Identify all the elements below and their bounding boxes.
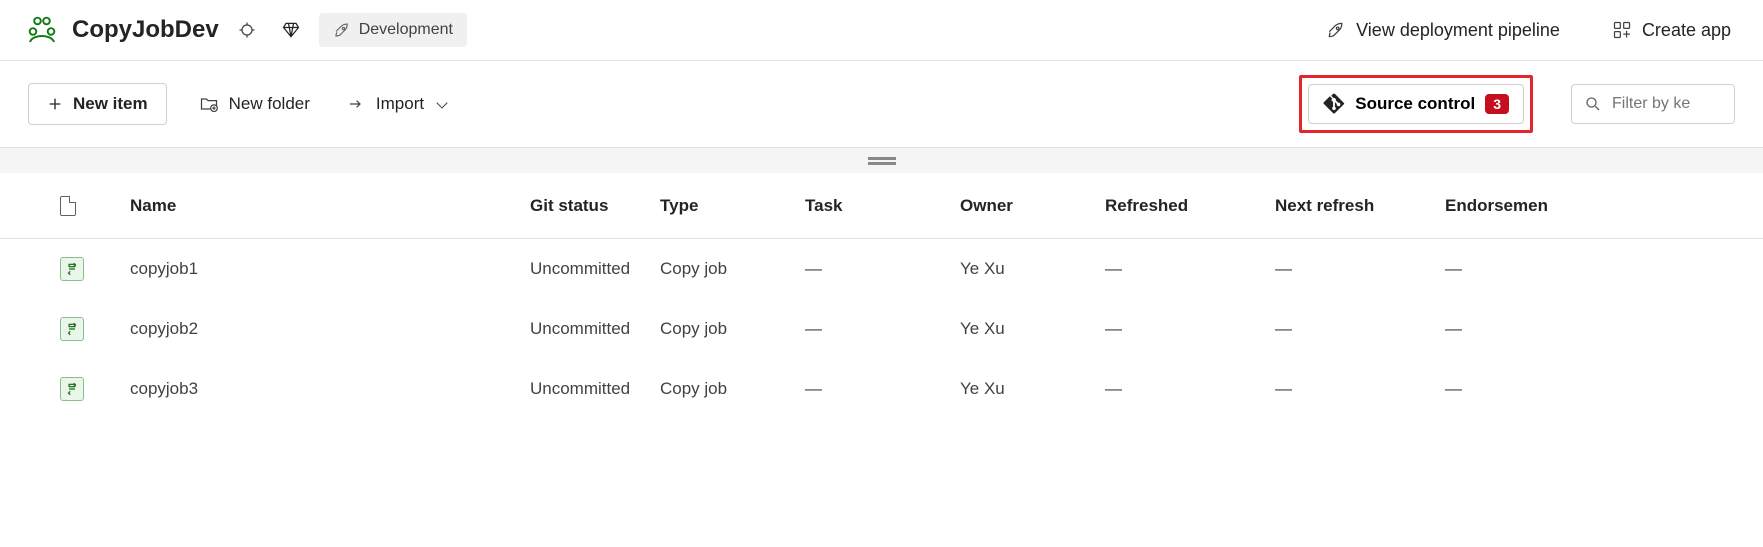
create-app-label: Create app xyxy=(1642,20,1731,41)
column-name[interactable]: Name xyxy=(130,196,530,216)
row-task: — xyxy=(805,259,960,279)
row-endorsement: — xyxy=(1445,379,1575,399)
items-table: Name Git status Type Task Owner Refreshe… xyxy=(0,173,1763,419)
view-pipeline-label: View deployment pipeline xyxy=(1356,20,1560,41)
resize-handle-bar[interactable] xyxy=(0,147,1763,173)
row-endorsement: — xyxy=(1445,319,1575,339)
row-icon-cell xyxy=(60,377,130,401)
row-git-status: Uncommitted xyxy=(530,379,660,399)
copyjob-icon xyxy=(60,377,84,401)
stage-label: Development xyxy=(359,21,453,39)
stage-pill[interactable]: Development xyxy=(319,13,467,47)
workspace-title: CopyJobDev xyxy=(72,16,219,44)
filter-input-wrap[interactable] xyxy=(1571,84,1735,124)
copilot-icon[interactable] xyxy=(231,14,263,46)
row-name[interactable]: copyjob2 xyxy=(130,319,530,339)
search-icon xyxy=(1584,95,1602,113)
column-git-status[interactable]: Git status xyxy=(530,196,660,216)
row-next-refresh: — xyxy=(1275,319,1445,339)
column-task[interactable]: Task xyxy=(805,196,960,216)
row-owner: Ye Xu xyxy=(960,259,1105,279)
toolbar: New item New folder Import Source contro… xyxy=(0,61,1763,147)
diamond-icon[interactable] xyxy=(275,14,307,46)
column-owner[interactable]: Owner xyxy=(960,196,1105,216)
document-icon xyxy=(60,196,76,216)
plus-icon xyxy=(47,96,63,112)
row-git-status: Uncommitted xyxy=(530,319,660,339)
create-app-button[interactable]: Create app xyxy=(1604,14,1739,47)
drag-handle-icon xyxy=(868,157,896,160)
row-type: Copy job xyxy=(660,379,805,399)
row-owner: Ye Xu xyxy=(960,319,1105,339)
new-folder-button[interactable]: New folder xyxy=(195,88,314,120)
rocket-icon xyxy=(333,21,351,39)
column-icon xyxy=(60,196,130,216)
row-endorsement: — xyxy=(1445,259,1575,279)
table-row[interactable]: copyjob1 Uncommitted Copy job — Ye Xu — … xyxy=(0,239,1763,299)
new-folder-label: New folder xyxy=(229,94,310,114)
row-type: Copy job xyxy=(660,319,805,339)
column-refreshed[interactable]: Refreshed xyxy=(1105,196,1275,216)
row-git-status: Uncommitted xyxy=(530,259,660,279)
column-endorsement[interactable]: Endorsemen xyxy=(1445,196,1575,216)
row-refreshed: — xyxy=(1105,379,1275,399)
chevron-down-icon xyxy=(436,97,447,108)
row-icon-cell xyxy=(60,317,130,341)
folder-plus-icon xyxy=(199,94,219,114)
app-grid-icon xyxy=(1612,20,1632,40)
new-item-button[interactable]: New item xyxy=(28,83,167,125)
import-arrow-icon xyxy=(346,96,366,112)
row-next-refresh: — xyxy=(1275,379,1445,399)
source-control-highlight: Source control 3 xyxy=(1299,75,1533,133)
row-owner: Ye Xu xyxy=(960,379,1105,399)
filter-input[interactable] xyxy=(1612,95,1722,113)
header-bar: CopyJobDev Development View deployment p… xyxy=(0,0,1763,61)
row-refreshed: — xyxy=(1105,319,1275,339)
row-next-refresh: — xyxy=(1275,259,1445,279)
table-header-row: Name Git status Type Task Owner Refreshe… xyxy=(0,173,1763,239)
row-type: Copy job xyxy=(660,259,805,279)
row-name[interactable]: copyjob3 xyxy=(130,379,530,399)
import-button[interactable]: Import xyxy=(342,88,450,120)
git-icon xyxy=(1323,93,1345,115)
column-next-refresh[interactable]: Next refresh xyxy=(1275,196,1445,216)
table-row[interactable]: copyjob2 Uncommitted Copy job — Ye Xu — … xyxy=(0,299,1763,359)
row-task: — xyxy=(805,319,960,339)
view-pipeline-button[interactable]: View deployment pipeline xyxy=(1318,14,1568,47)
row-refreshed: — xyxy=(1105,259,1275,279)
import-label: Import xyxy=(376,94,424,114)
table-row[interactable]: copyjob3 Uncommitted Copy job — Ye Xu — … xyxy=(0,359,1763,419)
new-item-label: New item xyxy=(73,94,148,114)
rocket-icon xyxy=(1326,20,1346,40)
workspace-icon xyxy=(24,12,60,48)
copyjob-icon xyxy=(60,317,84,341)
row-icon-cell xyxy=(60,257,130,281)
column-type[interactable]: Type xyxy=(660,196,805,216)
row-task: — xyxy=(805,379,960,399)
row-name[interactable]: copyjob1 xyxy=(130,259,530,279)
source-control-button[interactable]: Source control 3 xyxy=(1308,84,1524,124)
copyjob-icon xyxy=(60,257,84,281)
source-control-label: Source control xyxy=(1355,94,1475,114)
source-control-badge: 3 xyxy=(1485,94,1509,114)
